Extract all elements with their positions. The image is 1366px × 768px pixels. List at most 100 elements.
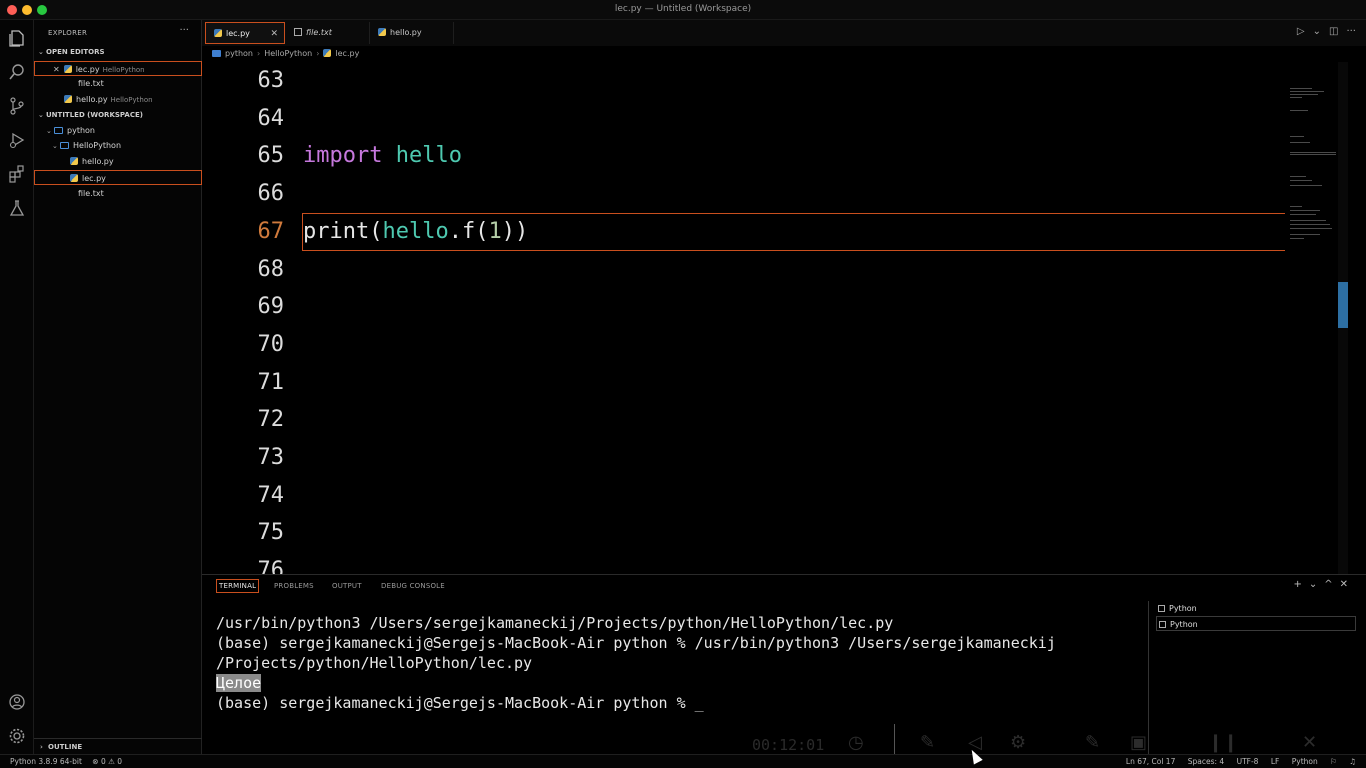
python-interpreter-status[interactable]: Python 3.8.9 64-bit — [10, 757, 82, 766]
terminal-instance-list: Python Python — [1156, 601, 1356, 631]
chevron-down-icon: ⌄ — [46, 127, 52, 135]
tree-file-lec[interactable]: lec.py — [34, 170, 202, 185]
cursor-position-status[interactable]: Ln 67, Col 17 — [1126, 757, 1175, 766]
workspace-header[interactable]: ⌄ UNTITLED (WORKSPACE) — [38, 111, 143, 119]
tree-file-hello[interactable]: hello.py — [34, 154, 202, 169]
extensions-icon[interactable] — [7, 164, 27, 184]
folder-icon — [60, 142, 69, 149]
search-icon[interactable] — [7, 62, 27, 82]
code-line[interactable]: 64 — [202, 101, 1338, 139]
code-line[interactable]: 68 — [202, 252, 1338, 290]
tab-debug-console[interactable]: DEBUG CONSOLE — [381, 582, 445, 590]
tab-output[interactable]: OUTPUT — [332, 582, 362, 590]
terminal-menu-icon[interactable]: ⌄ — [1309, 579, 1317, 590]
outline-header[interactable]: › OUTLINE — [34, 738, 202, 754]
tab-hello-py[interactable]: hello.py — [370, 22, 454, 44]
stop-recording-icon[interactable]: ✕ — [1302, 732, 1317, 753]
code-line[interactable]: 75 — [202, 515, 1338, 553]
selected-output: Целое — [216, 674, 262, 692]
run-icon[interactable]: ▷ — [1297, 26, 1305, 37]
code-editor[interactable]: 63 64 65 import hello 66 67 print(hello.f(1)) 6… — [202, 62, 1338, 574]
maximize-panel-icon[interactable]: ^ — [1324, 579, 1332, 590]
close-tab-icon[interactable]: ✕ — [270, 23, 278, 45]
run-menu-icon[interactable]: ⌄ — [1313, 26, 1321, 37]
account-icon[interactable] — [7, 692, 27, 712]
code-line[interactable]: 72 — [202, 402, 1338, 440]
tree-folder-python[interactable]: ⌄ python — [34, 123, 202, 138]
explorer-icon[interactable] — [7, 28, 27, 48]
terminal-instance[interactable]: Python — [1156, 601, 1356, 616]
more-actions-icon[interactable]: ··· — [1346, 26, 1356, 37]
code-line[interactable]: 67 print(hello.f(1)) — [202, 214, 1338, 252]
code-line[interactable]: 66 — [202, 176, 1338, 214]
tree-file-txt[interactable]: file.txt — [34, 186, 202, 201]
line-number: 65 — [257, 143, 285, 169]
terminal-line: Целое — [216, 673, 1146, 693]
editor-scroll-thumb[interactable] — [1338, 282, 1348, 328]
feedback-icon[interactable]: ⚐ — [1330, 757, 1337, 766]
tab-problems[interactable]: PROBLEMS — [274, 582, 314, 590]
tab-file-txt[interactable]: file.txt — [286, 22, 370, 44]
code-line[interactable]: 71 — [202, 365, 1338, 403]
tree-folder-hellopython[interactable]: ⌄ HelloPython — [34, 138, 202, 153]
close-editor-icon[interactable]: ✕ — [53, 65, 60, 74]
panel-actions: + ⌄ ^ ✕ — [1286, 579, 1348, 590]
encoding-status[interactable]: UTF-8 — [1237, 757, 1259, 766]
open-editors-header[interactable]: ⌄ OPEN EDITORS — [38, 48, 105, 56]
code-line[interactable]: 74 — [202, 478, 1338, 516]
terminal-line: /usr/bin/python3 /Users/sergejkamaneckij… — [216, 614, 894, 632]
problems-status[interactable]: ⊗ 0 ⚠ 0 — [92, 757, 122, 766]
new-terminal-icon[interactable]: + — [1293, 579, 1301, 590]
settings-gear-icon[interactable] — [7, 726, 27, 746]
tab-lec-py[interactable]: lec.py ✕ — [205, 22, 285, 44]
source-control-icon[interactable] — [7, 96, 27, 116]
close-panel-icon[interactable]: ✕ — [1340, 579, 1348, 590]
terminal-prompt-line: (base) sergejkamaneckij@Sergejs-MacBook-… — [216, 694, 704, 712]
split-editor-icon[interactable]: ◫ — [1329, 26, 1338, 37]
terminal-icon — [1159, 621, 1166, 628]
notifications-icon[interactable]: ♫ — [1349, 757, 1356, 766]
code-line[interactable]: 69 — [202, 289, 1338, 327]
text-file-icon — [294, 28, 302, 36]
breadcrumb-item[interactable]: lec.py — [335, 49, 359, 58]
folder-icon — [212, 50, 221, 57]
python-file-icon — [214, 29, 222, 37]
python-file-icon — [63, 65, 72, 73]
line-number: 64 — [257, 105, 285, 131]
open-editor-item[interactable]: file.txt — [34, 76, 202, 91]
code-line[interactable]: 70 — [202, 327, 1338, 365]
code-text: print(hello.f(1)) — [303, 218, 529, 244]
camera-icon[interactable]: ▣ — [1130, 732, 1147, 753]
python-file-icon — [70, 174, 78, 182]
window-title: lec.py — Untitled (Workspace) — [614, 4, 752, 14]
tab-terminal[interactable]: TERMINAL — [216, 579, 260, 593]
breadcrumb-item[interactable]: python — [225, 49, 253, 58]
editor-actions: ▷ ⌄ ◫ ··· — [1289, 26, 1356, 37]
code-line[interactable]: 63 — [202, 63, 1338, 101]
pen-icon[interactable]: ✎ — [1085, 732, 1100, 753]
terminal-instance[interactable]: Python — [1156, 616, 1356, 631]
microphone-off-icon[interactable]: ✎ — [920, 732, 935, 753]
run-debug-icon[interactable] — [7, 130, 27, 150]
indentation-status[interactable]: Spaces: 4 — [1188, 757, 1224, 766]
minimap[interactable] — [1288, 88, 1338, 268]
terminal-output[interactable]: /usr/bin/python3 /Users/sergejkamaneckij… — [216, 613, 1146, 713]
breadcrumb: python › HelloPython › lec.py — [212, 47, 359, 61]
open-editor-item[interactable]: ✕ lec.py HelloPython — [34, 61, 202, 76]
timer-icon[interactable]: ◷ — [848, 732, 864, 753]
eol-status[interactable]: LF — [1271, 757, 1280, 766]
code-line[interactable]: 73 — [202, 440, 1338, 478]
code-line[interactable]: 76 — [202, 553, 1338, 574]
code-line[interactable]: 65 import hello — [202, 138, 1338, 176]
breadcrumb-item[interactable]: HelloPython — [264, 49, 312, 58]
language-mode-status[interactable]: Python — [1292, 757, 1318, 766]
terminal-line: /Projects/python/HelloPython/lec.py — [216, 654, 533, 672]
pause-icon[interactable]: ❙❙ — [1208, 732, 1238, 753]
activity-bar — [0, 20, 34, 754]
more-actions-icon[interactable]: ··· — [179, 25, 189, 36]
python-file-icon — [323, 49, 332, 57]
testing-icon[interactable] — [7, 198, 27, 218]
line-number: 73 — [257, 445, 285, 470]
recording-settings-icon[interactable]: ⚙ — [1010, 732, 1026, 753]
open-editor-item[interactable]: hello.py HelloPython — [34, 92, 202, 107]
